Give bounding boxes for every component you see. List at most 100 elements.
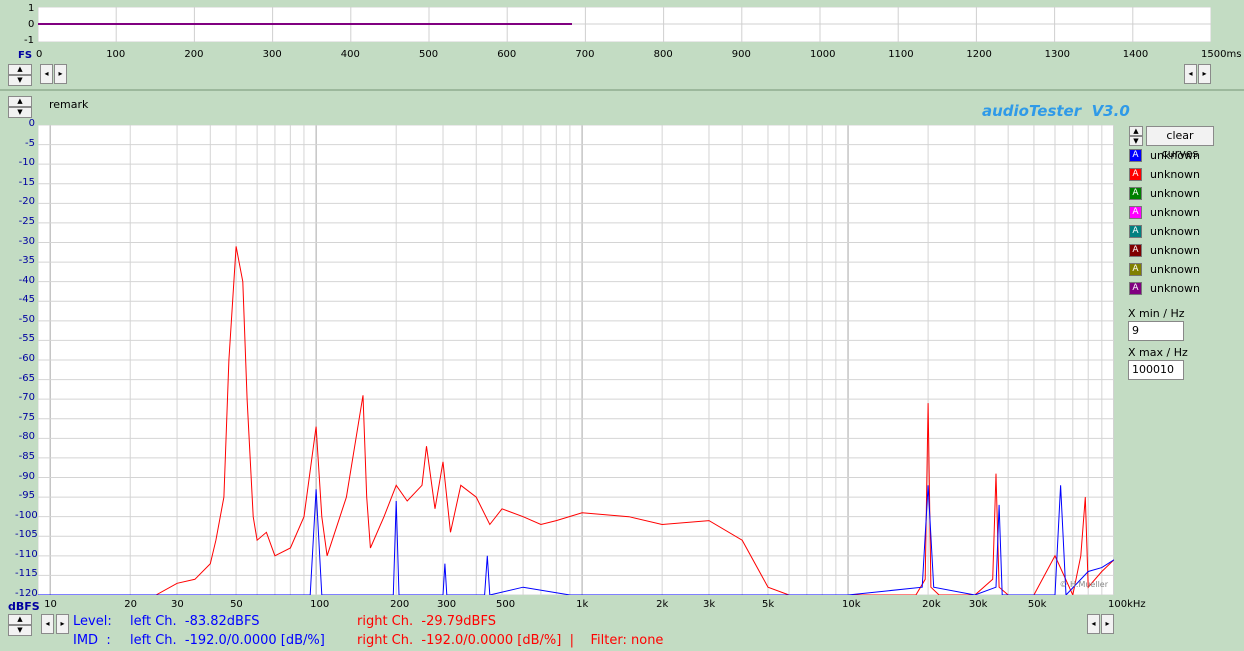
imd-label: IMD : [73,633,111,648]
top-y-zoom-spinner[interactable]: ▲ ▼ [8,64,32,86]
main-zoom-left-button[interactable]: ◂ [1087,614,1100,634]
y-tick-label: -65 [18,372,35,384]
top-y-tick-1: 1 [28,3,35,14]
curve-color-box[interactable]: A [1129,206,1142,219]
xmin-label: X min / Hz [1128,307,1185,320]
main-scroll-left-button[interactable]: ◂ [41,614,54,634]
curve-color-box[interactable]: A [1129,187,1142,200]
x-tick-label: 3k [702,599,716,610]
y-tick-label: -120 [15,588,38,599]
curve-color-box[interactable]: A [1129,263,1142,276]
level-label: Level: [73,614,112,629]
spectrum-plot: © H.Mueller [38,125,1114,595]
x-tick-label: 20 [124,599,137,610]
top-x-tick: 1400 [1122,49,1149,60]
x-tick-label: 50 [230,599,243,610]
imd-left-value: left Ch. -192.0/0.0000 [dB/%] [130,633,325,648]
y-tick-label: -55 [18,333,35,345]
legend-label: unknown [1150,263,1200,276]
top-scroll-left-button[interactable]: ◂ [40,64,53,84]
y-tick-label: -20 [18,196,35,208]
x-tick-label: 100 [310,599,330,610]
y-tick-label: -80 [18,431,35,443]
y-tick-label: 0 [28,118,35,129]
top-x-tick: 1300 [1044,49,1071,60]
top-x-tick: 500 [419,49,439,60]
x-tick-label: 300 [437,599,457,610]
top-zoom-left-button[interactable]: ◂ [1184,64,1197,84]
curve-selector-spinner[interactable]: ▲ ▼ [1129,126,1143,146]
legend-label: unknown [1150,149,1200,162]
y-unit-label: dBFS [8,600,40,613]
top-x-tick: 200 [184,49,204,60]
x-tick-label: 20k [922,599,941,610]
xmin-input[interactable]: 9 [1128,321,1184,341]
top-x-tick: 1000 [810,49,836,60]
legend-label: unknown [1150,244,1200,257]
legend-label: unknown [1150,225,1200,238]
y-tick-label: -85 [18,450,35,462]
app-title: audioTester V3.0 [982,102,1130,120]
x-tick-label: 50k [1027,599,1047,610]
y-tick-label: -115 [15,568,38,580]
remark-label: remark [49,98,89,111]
top-x-tick: 600 [497,49,517,60]
x-tick-label: 2k [656,599,669,610]
legend-label: unknown [1150,282,1200,295]
x-tick-label: 200 [390,599,410,610]
x-tick-label: 10k [842,599,861,610]
xmax-input[interactable]: 100010 [1128,360,1184,380]
top-x-tick: 700 [575,49,595,60]
top-zoom-right-button[interactable]: ▸ [1198,64,1211,84]
copyright-text: © H.Mueller [1059,580,1108,589]
y-tick-label: -70 [18,392,35,404]
top-x-tick: 400 [340,49,360,60]
top-y-tick-0: 0 [28,19,35,30]
curve-color-box[interactable]: A [1129,168,1142,181]
main-scroll-right-button[interactable]: ▸ [56,614,69,634]
legend-label: unknown [1150,187,1200,200]
main-y-zoom-spinner[interactable]: ▲ ▼ [8,96,32,118]
curve-color-box[interactable]: A [1129,225,1142,238]
top-x-tick: 900 [731,49,751,60]
y-tick-label: -105 [15,529,38,541]
top-x-tick: 1500ms [1201,49,1242,60]
x-tick-label: 30 [171,599,184,610]
x-tick-label: 100kHz [1107,599,1146,610]
y-tick-label: -30 [18,235,35,247]
top-x-tick: 100 [106,49,126,60]
legend-label: unknown [1150,206,1200,219]
xmax-label: X max / Hz [1128,346,1188,359]
x-tick-label: 10 [44,599,57,610]
main-zoom-right-button[interactable]: ▸ [1101,614,1114,634]
x-tick-label: 1k [576,599,589,610]
y-tick-label: -35 [18,255,35,267]
y-tick-label: -90 [18,470,35,482]
bottom-y-zoom-spinner[interactable]: ▲ ▼ [8,614,32,636]
y-tick-label: -25 [18,215,35,227]
curve-color-box[interactable]: A [1129,149,1142,162]
level-right-value: right Ch. -29.79dBFS [357,614,496,629]
y-tick-label: -95 [18,490,35,502]
x-tick-label: 5k [761,599,775,610]
y-tick-label: -40 [18,274,35,286]
y-tick-label: -100 [15,509,38,521]
y-tick-label: -50 [18,313,35,325]
curve-color-box[interactable]: A [1129,282,1142,295]
top-y-tick-minus1: -1 [24,35,34,46]
fs-label: FS [18,50,33,61]
legend-label: unknown [1150,168,1200,181]
y-tick-label: -15 [18,176,35,188]
y-tick-label: -75 [18,411,35,423]
clear-curves-button[interactable]: clear curves [1146,126,1214,160]
top-scroll-right-button[interactable]: ▸ [54,64,67,84]
top-plot [38,7,1211,42]
curve-color-box[interactable]: A [1129,244,1142,257]
y-tick-label: -45 [18,294,35,306]
y-tick-label: -10 [18,157,35,169]
level-left-value: left Ch. -83.82dBFS [130,614,260,629]
y-tick-label: -110 [15,548,38,560]
x-tick-label: 500 [496,599,516,610]
panel-divider [0,89,1244,91]
imd-right-value: right Ch. -192.0/0.0000 [dB/%] | Filter:… [357,633,664,648]
